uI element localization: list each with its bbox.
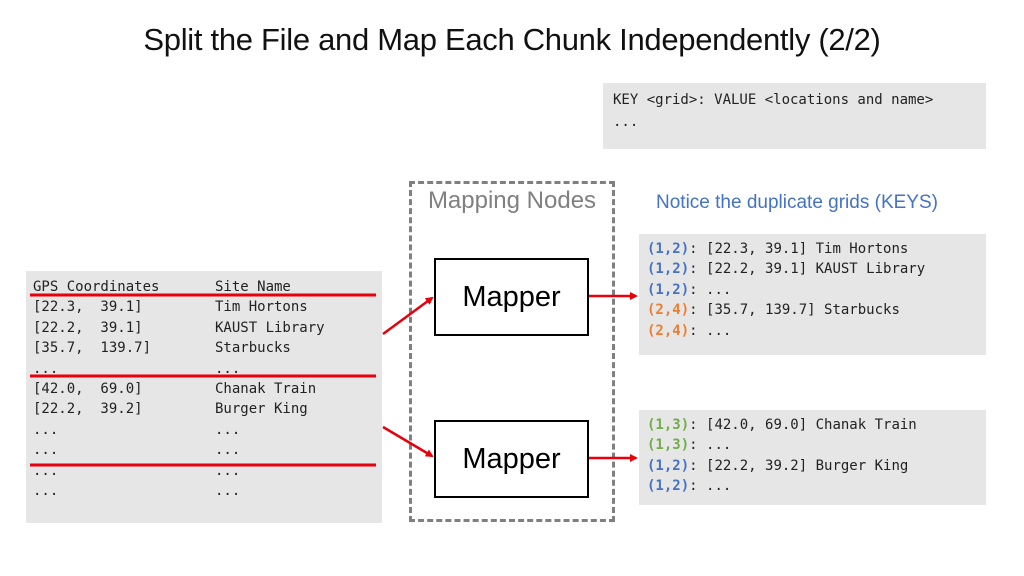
chunk-2-to-mapper-arrow bbox=[382, 425, 434, 458]
connector-overlay bbox=[30, 292, 638, 467]
chunk-1-to-mapper-arrow bbox=[382, 296, 434, 336]
